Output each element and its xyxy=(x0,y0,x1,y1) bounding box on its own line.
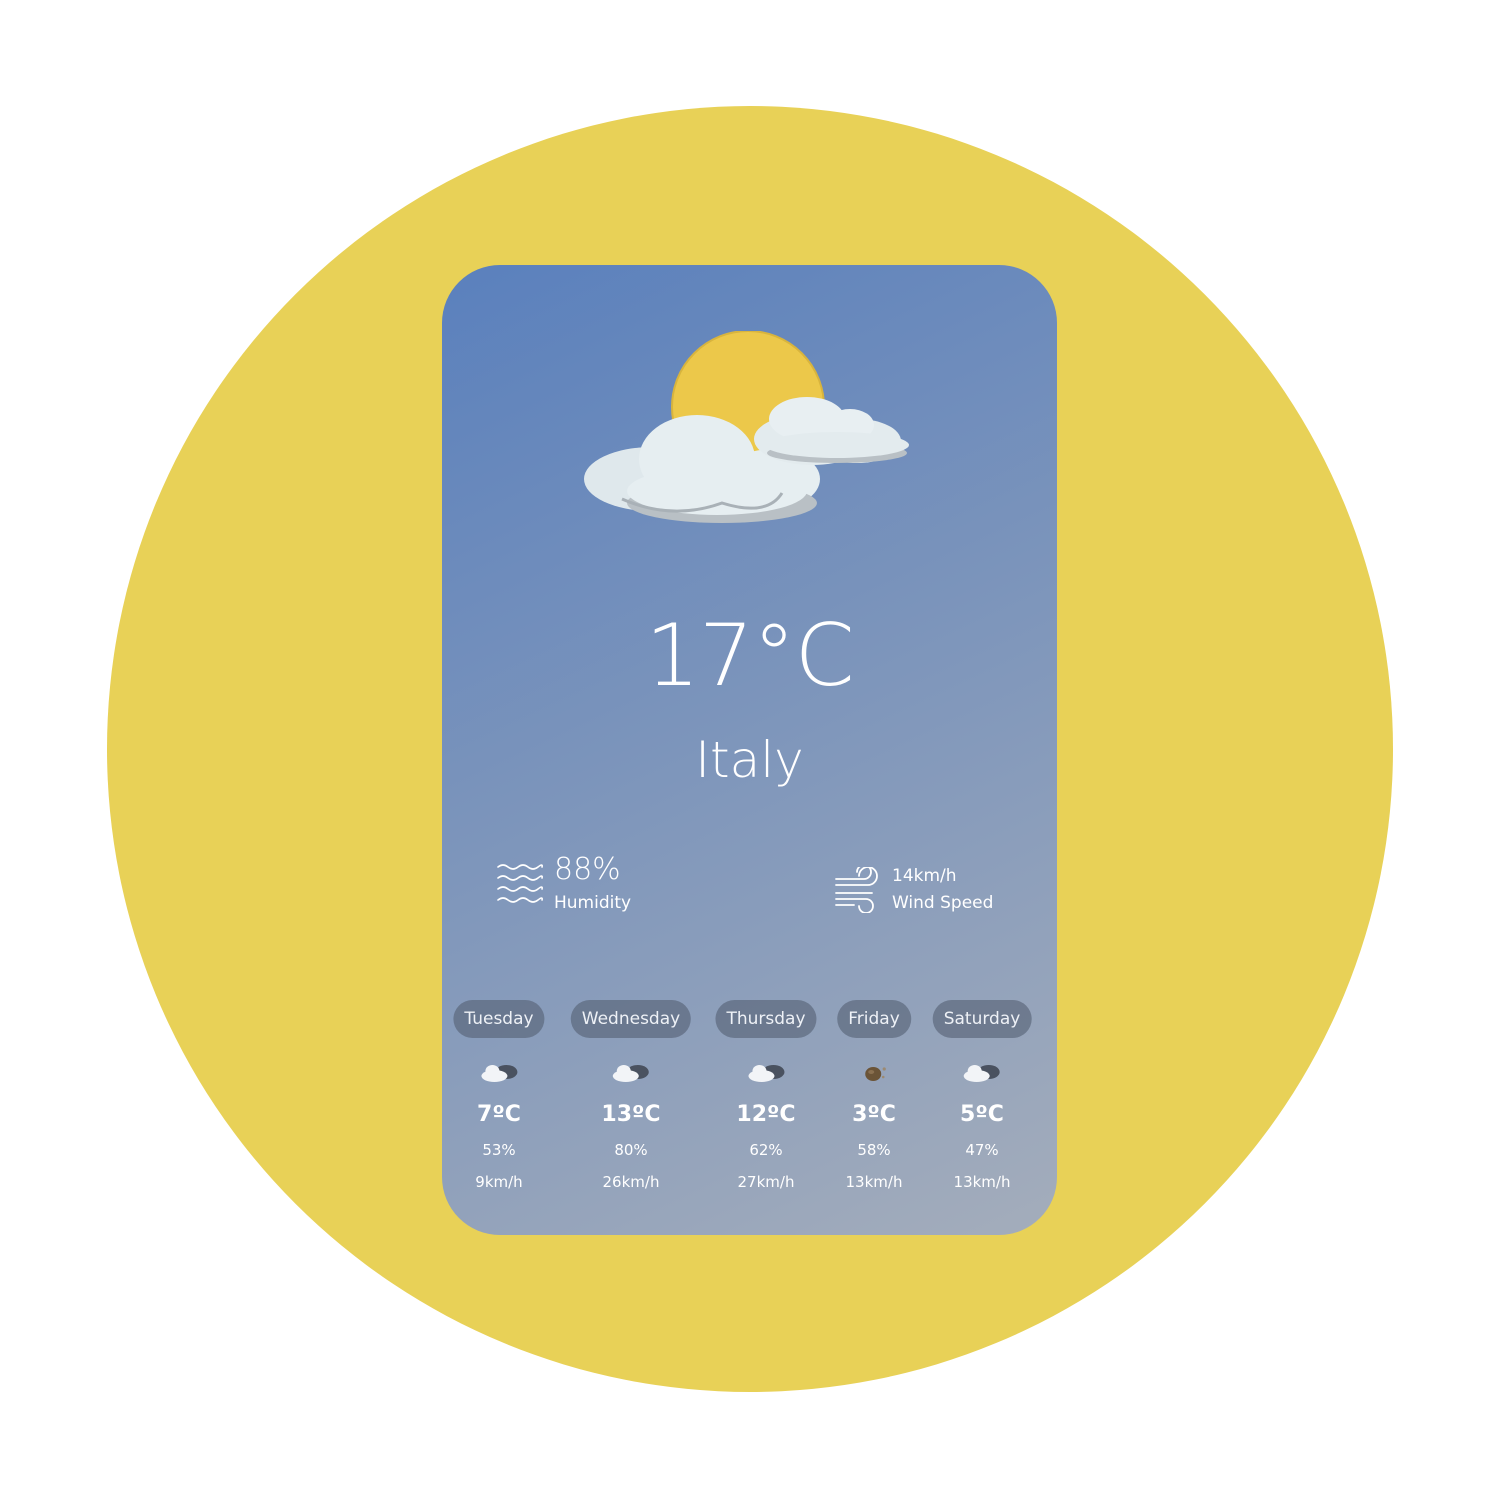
location-name: Italy xyxy=(695,731,804,789)
forecast-day[interactable]: Thursday 12ºC 62% 27km/h xyxy=(715,1000,817,1191)
day-wind-speed: 9km/h xyxy=(475,1173,523,1191)
day-temperature: 3ºC xyxy=(852,1102,896,1127)
day-wind-speed: 13km/h xyxy=(953,1173,1011,1191)
wind-label: Wind Speed xyxy=(892,893,994,913)
humidity-stat: 88% Humidity xyxy=(496,855,631,912)
day-humidity: 80% xyxy=(614,1141,648,1159)
day-label: Saturday xyxy=(932,1000,1032,1038)
hail-icon xyxy=(865,1067,886,1081)
weather-card: 17°C Italy 88% Humidity 14km/h Wind Spee… xyxy=(442,265,1057,1235)
forecast-day[interactable]: Tuesday 7ºC 53% 9km/h xyxy=(453,1000,545,1191)
cloudy-icon xyxy=(613,1065,649,1082)
current-temperature: 17°C xyxy=(645,606,854,706)
cloudy-icon xyxy=(748,1065,784,1082)
cloudy-icon xyxy=(963,1065,1000,1082)
day-label: Tuesday xyxy=(453,1000,545,1038)
forecast-day[interactable]: Wednesday 13ºC 80% 26km/h xyxy=(570,1000,692,1191)
humidity-waves-icon xyxy=(497,863,543,903)
day-temperature: 13ºC xyxy=(601,1102,661,1127)
forecast-row: Tuesday 7ºC 53% 9km/h Wednesday 13ºC 80%… xyxy=(442,1000,1057,1220)
wind-icon xyxy=(835,867,878,913)
cloudy-icon xyxy=(480,1065,517,1082)
day-temperature: 7ºC xyxy=(477,1102,521,1127)
day-humidity: 53% xyxy=(482,1141,516,1159)
wind-value: 14km/h xyxy=(892,866,957,886)
day-temperature: 12ºC xyxy=(736,1102,796,1127)
page: 17°C Italy 88% Humidity 14km/h Wind Spee… xyxy=(0,0,1500,1500)
day-humidity: 47% xyxy=(965,1141,999,1159)
day-temperature: 5ºC xyxy=(960,1102,1004,1127)
humidity-value: 88% xyxy=(554,852,621,887)
day-humidity: 58% xyxy=(857,1141,891,1159)
day-wind-speed: 26km/h xyxy=(602,1173,660,1191)
day-label: Thursday xyxy=(715,1000,817,1038)
day-wind-speed: 27km/h xyxy=(737,1173,795,1191)
day-label: Wednesday xyxy=(570,1000,692,1038)
day-humidity: 62% xyxy=(749,1141,783,1159)
day-label: Friday xyxy=(837,1000,911,1038)
day-wind-speed: 13km/h xyxy=(845,1173,903,1191)
humidity-label: Humidity xyxy=(554,893,632,913)
sun-behind-cloud-icon xyxy=(584,331,909,523)
forecast-day[interactable]: Friday 3ºC 58% 13km/h xyxy=(837,1000,911,1191)
wind-stat: 14km/h Wind Speed xyxy=(834,867,993,913)
forecast-day[interactable]: Saturday 5ºC 47% 13km/h xyxy=(932,1000,1032,1191)
